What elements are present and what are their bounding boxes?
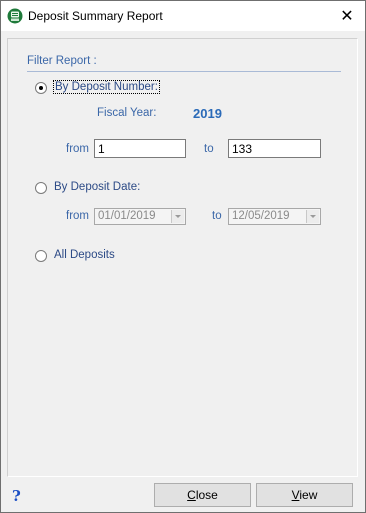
date-to-picker[interactable]: 12/05/2019 [228, 208, 321, 225]
focus-label-text: By Deposit Number: [53, 80, 160, 94]
filter-divider [27, 71, 341, 72]
help-icon[interactable]: ? [12, 487, 21, 505]
date-from-value: 01/01/2019 [98, 210, 156, 222]
fiscal-year-label: Fiscal Year: [97, 107, 157, 119]
filter-report-label: Filter Report : [27, 55, 97, 67]
view-button[interactable]: View [256, 483, 353, 507]
close-label-rest: lose [195, 488, 218, 502]
app-icon [7, 8, 23, 24]
number-from-label: from [66, 143, 89, 155]
radio-by-deposit-number[interactable] [35, 82, 47, 94]
date-from-label: from [66, 210, 89, 222]
chevron-down-icon[interactable] [171, 210, 184, 223]
dialog-window: Deposit Summary Report ✕ Filter Report :… [0, 0, 366, 513]
fiscal-year-value: 2019 [193, 106, 222, 121]
window-title: Deposit Summary Report [28, 9, 163, 23]
view-label-rest: iew [299, 488, 318, 502]
close-icon[interactable]: ✕ [333, 5, 361, 27]
date-from-picker[interactable]: 01/01/2019 [94, 208, 186, 225]
radio-all-deposits[interactable] [35, 250, 47, 262]
date-to-label: to [212, 210, 222, 222]
radio-label-all-deposits[interactable]: All Deposits [54, 249, 115, 261]
number-to-label: to [204, 143, 214, 155]
chevron-down-icon[interactable] [306, 210, 319, 223]
date-to-value: 12/05/2019 [232, 210, 290, 222]
close-mnemonic: C [187, 488, 196, 502]
title-bar: Deposit Summary Report ✕ [1, 1, 365, 31]
radio-by-deposit-date[interactable] [35, 182, 47, 194]
number-from-input[interactable]: 1 [94, 139, 186, 158]
number-to-input[interactable]: 133 [228, 139, 321, 158]
close-button[interactable]: Close [154, 483, 251, 507]
radio-label-by-deposit-date[interactable]: By Deposit Date: [54, 181, 140, 193]
radio-label-by-deposit-number[interactable]: By Deposit Number: [53, 80, 160, 94]
